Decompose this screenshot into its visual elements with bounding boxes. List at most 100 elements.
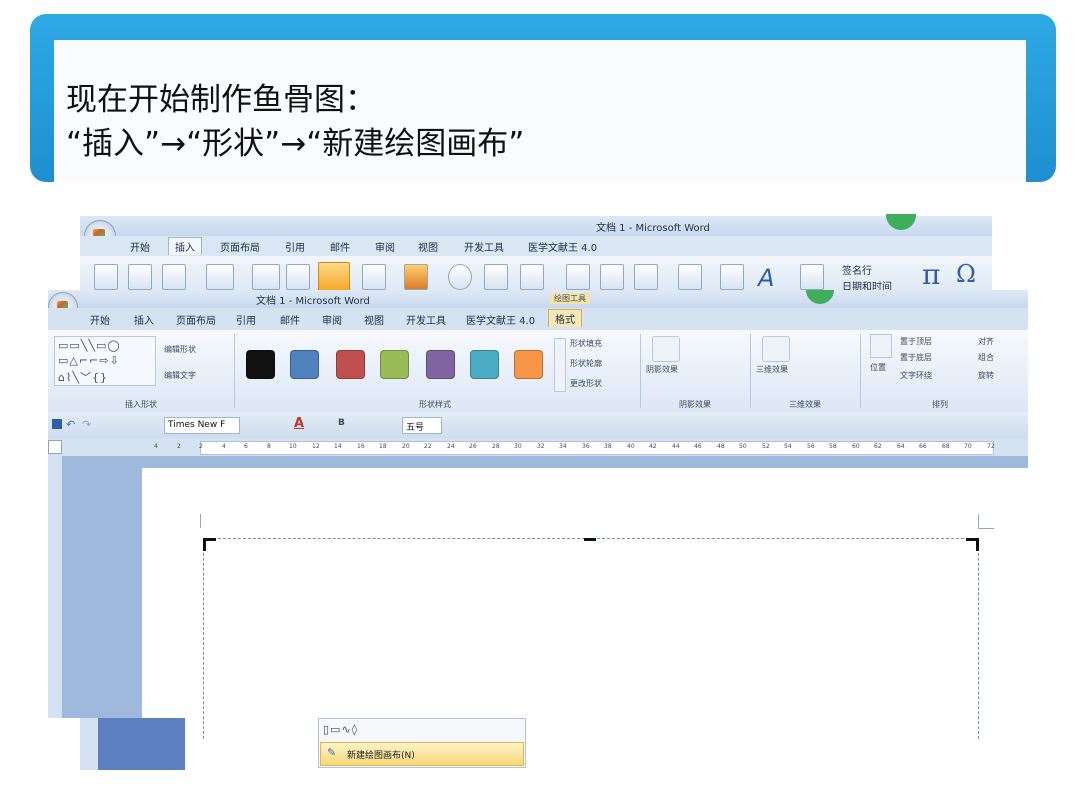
front-tab-mailings[interactable]: 邮件 xyxy=(280,312,300,327)
shape-fill-button[interactable]: 形状填充 xyxy=(570,338,602,349)
ruler-tick-label: 4 xyxy=(154,443,158,450)
back-tab-developer[interactable]: 开发工具 xyxy=(464,239,504,254)
text-wrapping-button[interactable]: 文字环绕 xyxy=(900,370,932,381)
ruler-tick-labels: 4 2 2 4 6 8 10 12 14 16 18 20 22 24 26 28 30 32 34 36 38 40 42… xyxy=(150,441,1028,455)
canvas-crop-handle[interactable] xyxy=(584,538,596,541)
picture-icon[interactable] xyxy=(252,264,280,290)
front-tab-insert[interactable]: 插入 xyxy=(134,312,154,327)
cross-reference-icon[interactable] xyxy=(520,264,544,290)
rotate-button[interactable]: 旋转 xyxy=(978,370,994,381)
style-swatch-blue[interactable] xyxy=(290,350,319,379)
ruler-tick-label: 24 xyxy=(447,443,455,450)
bold-icon[interactable]: B xyxy=(338,418,345,428)
back-tab-medlit[interactable]: 医学文献王 4.0 xyxy=(528,239,597,254)
tab-selector-icon[interactable] xyxy=(48,440,62,454)
clipart-icon[interactable] xyxy=(286,264,310,290)
style-swatch-purple[interactable] xyxy=(426,350,455,379)
back-tab-references[interactable]: 引用 xyxy=(285,239,305,254)
undo-icon[interactable]: ↶ xyxy=(66,418,75,431)
back-tab-home[interactable]: 开始 xyxy=(130,239,150,254)
shadow-effects-button[interactable]: 阴影效果 xyxy=(646,364,678,375)
ruler-tick-label: 32 xyxy=(537,443,545,450)
front-tab-format[interactable]: 格式 xyxy=(548,309,582,327)
insert-shapes-group-label: 插入形状 xyxy=(125,400,157,409)
style-swatch-orange[interactable] xyxy=(514,350,543,379)
save-icon[interactable] xyxy=(52,419,62,429)
cover-page-icon[interactable] xyxy=(94,264,118,290)
ruler-tick-label: 6 xyxy=(244,443,248,450)
front-tab-view[interactable]: 视图 xyxy=(364,312,384,327)
front-tab-developer[interactable]: 开发工具 xyxy=(406,312,446,327)
equation-pi-icon[interactable]: π xyxy=(922,258,940,291)
drawing-canvas[interactable] xyxy=(203,538,979,739)
page-break-icon[interactable] xyxy=(162,264,186,290)
align-button[interactable]: 对齐 xyxy=(978,336,994,347)
position-icon[interactable] xyxy=(870,334,892,358)
blank-page-icon[interactable] xyxy=(128,264,152,290)
ruler-tick-label: 4 xyxy=(222,443,226,450)
edit-shape-button[interactable]: 编辑形状 xyxy=(164,344,196,355)
quick-parts-icon[interactable] xyxy=(720,264,744,290)
shapes-row-icons: ⌂⌇╲﹀{} xyxy=(58,371,108,384)
front-tab-home[interactable]: 开始 xyxy=(90,312,110,327)
ruler-tick-label: 34 xyxy=(559,443,567,450)
back-ribbon-tabs: 开始 插入 页面布局 引用 邮件 审阅 视图 开发工具 医学文献王 4.0 xyxy=(80,236,992,257)
back-tab-review[interactable]: 审阅 xyxy=(375,239,395,254)
back-tab-insert[interactable]: 插入 xyxy=(168,237,202,255)
font-size-select[interactable]: 五号 xyxy=(402,417,442,434)
ruler-tick-label: 56 xyxy=(807,443,815,450)
table-icon[interactable] xyxy=(206,264,234,290)
chart-icon[interactable] xyxy=(404,264,428,290)
send-to-back-button[interactable]: 置于底层 xyxy=(900,352,932,363)
edit-text-button[interactable]: 编辑文字 xyxy=(164,370,196,381)
style-swatch-black[interactable] xyxy=(246,350,275,379)
ruler-tick-label: 42 xyxy=(649,443,657,450)
gallery-scroll-arrows[interactable] xyxy=(554,338,566,392)
page-number-icon[interactable] xyxy=(634,264,658,290)
redo-icon[interactable]: ↷ xyxy=(82,418,91,431)
threed-effects-button[interactable]: 三维效果 xyxy=(756,364,788,375)
new-drawing-canvas-item[interactable]: ✎ 新建绘图画布(N) xyxy=(320,742,524,766)
front-tab-layout[interactable]: 页面布局 xyxy=(176,312,216,327)
style-swatch-red[interactable] xyxy=(336,350,365,379)
bookmark-icon[interactable] xyxy=(484,264,508,290)
style-swatch-green[interactable] xyxy=(380,350,409,379)
front-tab-medlit[interactable]: 医学文献王 4.0 xyxy=(466,312,535,327)
hyperlink-icon[interactable] xyxy=(448,264,472,290)
shapes-gallery[interactable]: ▭▭╲╲▭◯ ▭△⌐⌐⇨⇩ ⌂⌇╲﹀{} xyxy=(54,336,156,386)
position-button[interactable]: 位置 xyxy=(870,362,886,373)
ruler-tick-label: 12 xyxy=(312,443,320,450)
font-name-select[interactable]: Times New F xyxy=(164,417,240,434)
new-drawing-canvas-label: 新建绘图画布(N) xyxy=(347,751,415,761)
style-swatch-aqua[interactable] xyxy=(470,350,499,379)
ruler-tick-label: 44 xyxy=(672,443,680,450)
group-button[interactable]: 组合 xyxy=(978,352,994,363)
back-tab-mailings[interactable]: 邮件 xyxy=(330,239,350,254)
shape-outline-button[interactable]: 形状轮廓 xyxy=(570,358,602,369)
textbox-icon[interactable] xyxy=(678,264,702,290)
drop-cap-icon[interactable] xyxy=(800,264,824,290)
shapes-icon[interactable] xyxy=(318,262,350,292)
ruler-tick-label: 52 xyxy=(762,443,770,450)
ruler-tick-label: 10 xyxy=(289,443,297,450)
wordart-icon[interactable]: A xyxy=(758,264,780,292)
ruler-tick-label: 16 xyxy=(357,443,365,450)
canvas-crop-handle[interactable] xyxy=(203,538,216,551)
font-color-icon[interactable]: A xyxy=(294,416,304,431)
canvas-crop-handle[interactable] xyxy=(966,538,979,551)
bring-to-front-button[interactable]: 置于顶层 xyxy=(900,336,932,347)
front-tab-references[interactable]: 引用 xyxy=(236,312,256,327)
footer-icon[interactable] xyxy=(600,264,624,290)
menu-shape-icons: ▯▭∿◊ xyxy=(323,723,359,736)
threed-effects-icon[interactable] xyxy=(762,336,790,362)
signature-line-button[interactable]: 签名行 xyxy=(842,262,872,277)
smartart-icon[interactable] xyxy=(362,264,386,290)
shadow-effects-icon[interactable] xyxy=(652,336,680,362)
back-tab-view[interactable]: 视图 xyxy=(418,239,438,254)
header-icon[interactable] xyxy=(566,264,590,290)
symbol-omega-icon[interactable]: Ω xyxy=(956,260,976,288)
back-tab-layout[interactable]: 页面布局 xyxy=(220,239,260,254)
change-shape-button[interactable]: 更改形状 xyxy=(570,378,602,389)
vertical-ruler xyxy=(48,456,62,718)
front-tab-review[interactable]: 审阅 xyxy=(322,312,342,327)
